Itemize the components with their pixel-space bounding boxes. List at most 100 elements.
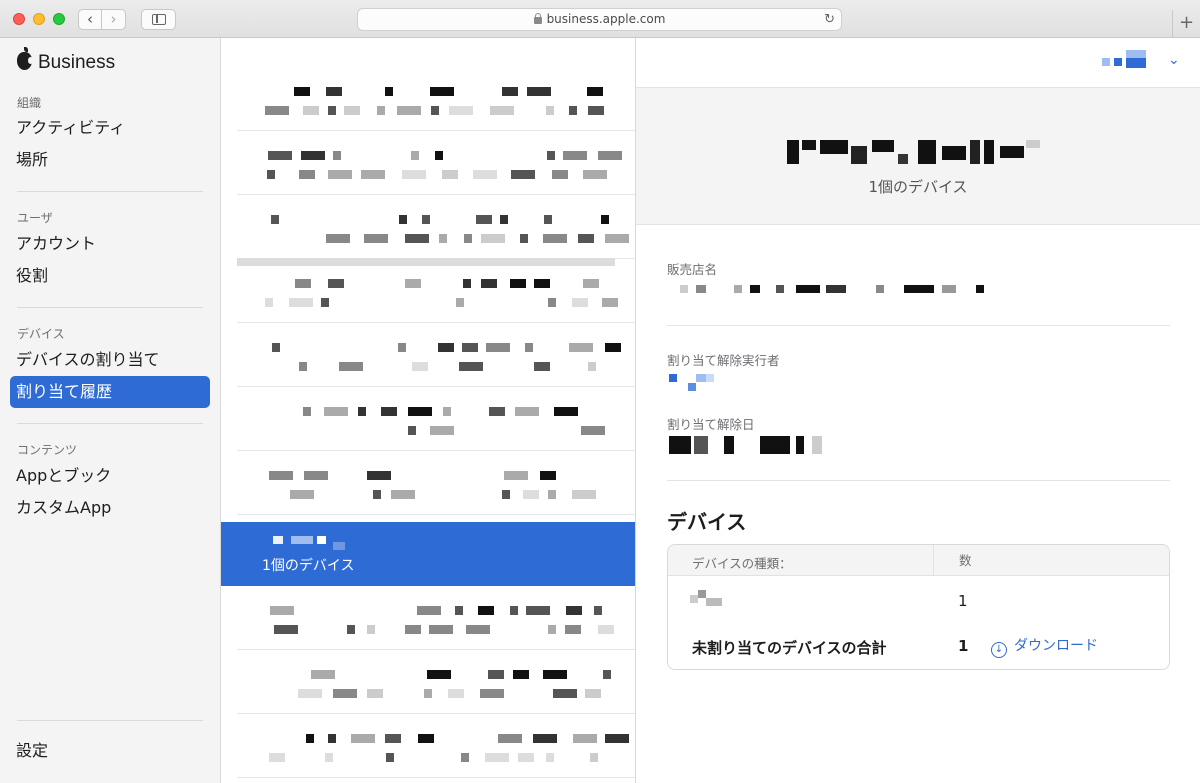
redacted-text-block	[385, 87, 393, 96]
close-window-button[interactable]	[13, 13, 25, 25]
browser-toolbar: ‹ › business.apple.com ↻ +	[0, 0, 1200, 38]
table-header: デバイスの種類： 数	[668, 545, 1169, 576]
redacted-text-block	[271, 215, 279, 224]
list-item[interactable]	[221, 259, 635, 323]
back-button[interactable]: ‹	[78, 9, 102, 30]
redacted-text-block	[418, 734, 434, 743]
download-button[interactable]: ↓ ダウンロード	[991, 635, 1098, 658]
divider	[17, 423, 203, 424]
redacted-text-block	[598, 151, 622, 160]
minimize-window-button[interactable]	[33, 13, 45, 25]
redacted-text-block	[488, 670, 504, 679]
redacted-text-block	[581, 426, 605, 435]
reload-icon[interactable]: ↻	[824, 9, 835, 30]
redacted-text-block	[464, 234, 472, 243]
sidebar: Business 組織 アクティビティ 場所 ユーザ アカウント 役割 デバイス…	[0, 38, 221, 783]
redacted-text-block	[301, 151, 325, 160]
chevron-down-icon[interactable]: ⌄	[1168, 52, 1180, 68]
sidebar-item-settings[interactable]: 設定	[10, 735, 210, 767]
redacted-text-block	[295, 279, 311, 288]
redacted-text-block	[455, 606, 463, 615]
redacted-text-block	[429, 625, 453, 634]
redacted-text-block	[585, 689, 601, 698]
zoom-window-button[interactable]	[53, 13, 65, 25]
list-item[interactable]	[221, 195, 635, 259]
redacted-text-block	[267, 170, 275, 179]
sidebar-toggle-button[interactable]	[141, 9, 176, 30]
redacted-text-block	[502, 490, 510, 499]
redacted-text-block	[525, 343, 533, 352]
redacted-text-block	[274, 625, 298, 634]
list-item[interactable]	[221, 323, 635, 387]
sidebar-item-locations[interactable]: 場所	[10, 144, 210, 176]
redacted-text-block	[399, 215, 407, 224]
redacted-text-block	[552, 170, 568, 179]
redacted-text-block	[321, 298, 329, 307]
redacted-text-block	[430, 87, 454, 96]
list-item[interactable]	[221, 387, 635, 451]
redacted-text-block	[361, 170, 385, 179]
redacted-text-block	[405, 625, 421, 634]
redacted-text-block	[435, 151, 443, 160]
redacted-text-block	[540, 471, 556, 480]
list-item[interactable]	[221, 131, 635, 195]
list-item[interactable]	[221, 451, 635, 515]
redacted-text-block	[518, 753, 534, 762]
new-tab-button[interactable]: +	[1172, 10, 1200, 38]
redacted-text-block	[386, 753, 394, 762]
device-row-count: 1	[958, 592, 968, 610]
redacted-text-block	[569, 343, 593, 352]
redacted-text-block	[504, 471, 528, 480]
redacted-text-block	[544, 215, 552, 224]
redacted-text-block	[588, 106, 604, 115]
detail-toolbar: ⌄	[636, 38, 1200, 88]
list-item[interactable]	[221, 714, 635, 778]
redacted-text-block	[602, 298, 618, 307]
divider	[667, 480, 1170, 481]
redacted-text-block	[381, 407, 397, 416]
redacted-text-block	[439, 234, 447, 243]
sidebar-item-accounts[interactable]: アカウント	[10, 228, 210, 260]
account-avatar[interactable]	[1102, 58, 1110, 66]
redacted-text-block	[397, 106, 421, 115]
redacted-text-block	[510, 279, 526, 288]
list-item[interactable]	[221, 650, 635, 714]
devices-table: デバイスの種類： 数 1 未割り当てのデバイスの合計 1 ↓ ダウンロード	[667, 544, 1170, 670]
redacted-text-block	[325, 753, 333, 762]
total-unassigned-label: 未割り当てのデバイスの合計	[692, 639, 887, 657]
sidebar-item-assignment-history[interactable]: 割り当て履歴	[10, 376, 210, 408]
sidebar-item-custom-apps[interactable]: カスタムApp	[10, 492, 210, 524]
redacted-text-block	[500, 215, 508, 224]
download-icon: ↓	[991, 642, 1007, 658]
redacted-text-block	[527, 87, 551, 96]
redacted-text-block	[303, 407, 311, 416]
sidebar-item-apps-books[interactable]: Appとブック	[10, 460, 210, 492]
redacted-text-block	[583, 279, 599, 288]
redacted-text-block	[572, 298, 588, 307]
redacted-text-block	[298, 689, 322, 698]
redacted-text-block	[605, 734, 629, 743]
redacted-text-block	[456, 298, 464, 307]
redacted-text-block	[364, 234, 388, 243]
divider	[667, 325, 1170, 326]
sidebar-item-roles[interactable]: 役割	[10, 260, 210, 292]
redacted-text-block	[373, 490, 381, 499]
brand-logo[interactable]: Business	[17, 47, 115, 74]
list-item[interactable]	[221, 586, 635, 650]
redacted-text-block	[326, 234, 350, 243]
list-item-selected[interactable]: 1個のデバイス	[221, 522, 635, 586]
sidebar-item-activity[interactable]: アクティビティ	[10, 112, 210, 144]
lock-icon	[533, 13, 542, 24]
redacted-text-block	[523, 490, 539, 499]
list-item[interactable]	[221, 67, 635, 131]
redacted-text-block	[490, 106, 514, 115]
forward-button[interactable]: ›	[102, 9, 126, 30]
section-label-devices: デバイス	[17, 327, 65, 341]
address-bar[interactable]: business.apple.com ↻	[357, 8, 842, 31]
section-label-users: ユーザ	[17, 211, 53, 225]
divider	[17, 720, 203, 721]
redacted-text-block	[548, 298, 556, 307]
sidebar-item-device-assignment[interactable]: デバイスの割り当て	[10, 344, 210, 376]
redacted-text-block	[438, 343, 454, 352]
column-header-device-type: デバイスの種類：	[692, 556, 792, 571]
